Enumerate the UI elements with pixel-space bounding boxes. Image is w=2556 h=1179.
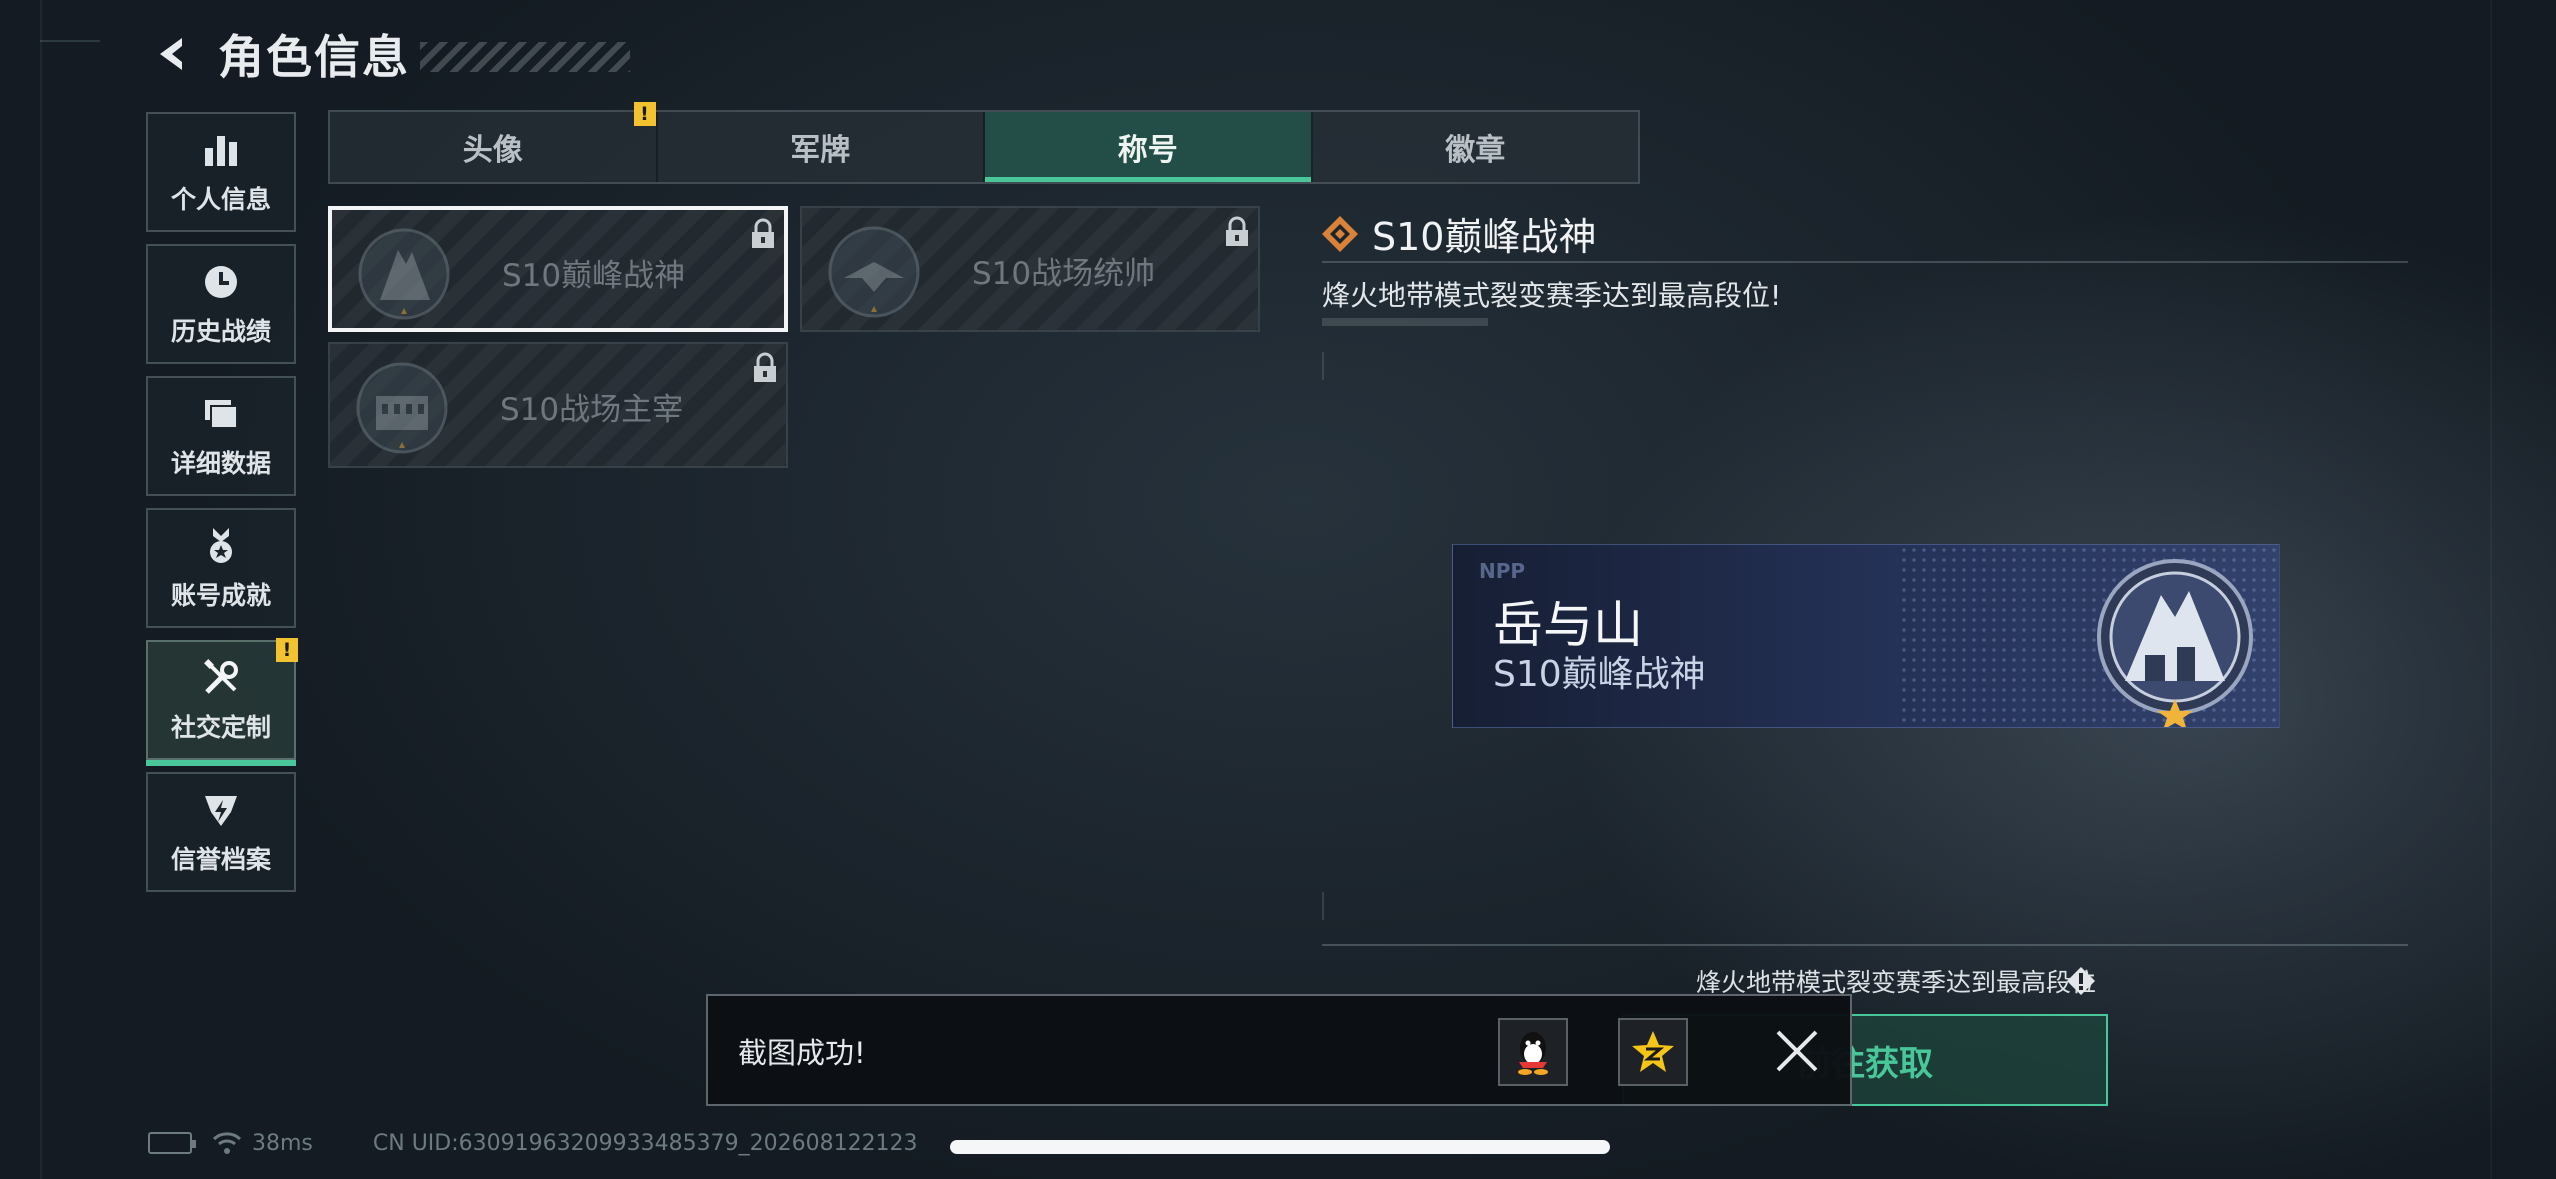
info-diamond-icon[interactable]	[2066, 966, 2096, 996]
lock-icon	[1224, 216, 1250, 248]
detail-description: 烽火地带模式裂变赛季达到最高段位!	[1322, 279, 1782, 312]
sidebar-item-social[interactable]: ! 社交定制	[146, 638, 298, 766]
tools-icon	[199, 656, 243, 700]
detail-frame-corner	[1322, 352, 1324, 380]
page-header: 角色信息	[148, 24, 630, 84]
blurred-text	[1322, 318, 1488, 326]
sidebar-item-reputation[interactable]: 信誉档案	[146, 772, 296, 892]
title-card-label: S10战场主宰	[500, 392, 684, 428]
share-qzone-button[interactable]	[1618, 1018, 1688, 1086]
qq-icon	[1518, 1032, 1548, 1075]
qzone-icon	[1632, 1031, 1674, 1072]
tab-label: 徽章	[1445, 133, 1506, 168]
ping-value: 38ms	[252, 1130, 313, 1156]
banner-title: S10巅峰战神	[1493, 654, 1706, 695]
sidebar-item-label: 信誉档案	[170, 845, 271, 874]
tab-avatar[interactable]: 头像 !	[330, 102, 658, 182]
colosseum-emblem-icon	[352, 358, 452, 458]
screenshot-toast: 截图成功!	[706, 994, 1852, 1106]
battery-icon	[148, 1132, 196, 1154]
mountain-emblem-icon	[354, 224, 454, 324]
toast-message: 截图成功!	[738, 1036, 866, 1070]
alert-badge: !	[276, 638, 298, 662]
sidebar-item-achievements[interactable]: 账号成就	[146, 508, 296, 628]
home-indicator[interactable]	[950, 1140, 1610, 1154]
divider	[1322, 944, 2408, 946]
frame-line-right	[2490, 0, 2492, 1179]
sidebar: 个人信息 历史战绩 详细数据 账号成就 ! 社交定制 信誉档案	[146, 112, 298, 904]
wifi-icon	[212, 1130, 242, 1156]
title-card[interactable]: S10巅峰战神	[328, 206, 788, 332]
clock-icon	[199, 260, 243, 304]
close-icon[interactable]	[1768, 1022, 1826, 1080]
shield-bolt-icon	[199, 788, 243, 832]
mountain-emblem-icon	[2085, 551, 2265, 727]
jet-emblem-icon	[824, 222, 924, 322]
share-qq-button[interactable]	[1498, 1018, 1568, 1086]
banner-logo: NPP	[1479, 559, 1526, 583]
divider	[1322, 261, 2408, 263]
tab-badge[interactable]: 徽章	[1313, 112, 1639, 182]
uid-text: CN UID:63091963209933485379_202608122123	[372, 1130, 918, 1156]
sidebar-item-history[interactable]: 历史战绩	[146, 244, 296, 364]
status-bar: 38ms CN UID:63091963209933485379_2026081…	[148, 1130, 918, 1156]
diamond-icon	[1320, 214, 1360, 254]
sidebar-item-label: 社交定制	[170, 713, 271, 742]
chevron-left-icon[interactable]	[148, 30, 196, 78]
medal-icon	[199, 524, 243, 568]
frame-line-top	[40, 40, 100, 42]
lock-icon	[750, 218, 776, 250]
bar-chart-icon	[199, 128, 243, 172]
tab-label: 军牌	[790, 133, 851, 168]
title-decoration	[420, 42, 630, 72]
title-card-label: S10巅峰战神	[502, 258, 686, 294]
title-banner-preview: NPP 岳与山 S10巅峰战神	[1452, 544, 2280, 728]
sidebar-item-label: 历史战绩	[170, 317, 271, 346]
detail-title-name: S10巅峰战神	[1372, 215, 1597, 259]
sidebar-item-label: 个人信息	[170, 185, 271, 214]
sidebar-item-label: 详细数据	[170, 449, 271, 478]
title-card-label: S10战场统帅	[972, 256, 1156, 292]
lock-icon	[752, 352, 778, 384]
detail-header: S10巅峰战神	[1320, 206, 1596, 261]
frame-line-left	[40, 0, 42, 1179]
sidebar-item-label: 账号成就	[170, 581, 271, 610]
title-card[interactable]: S10战场主宰	[328, 342, 788, 468]
tab-dogtag[interactable]: 军牌	[658, 112, 985, 182]
tab-title[interactable]: 称号	[985, 112, 1313, 182]
alert-badge: !	[633, 102, 656, 126]
tab-bar: 头像 ! 军牌 称号 徽章	[328, 102, 1640, 184]
detail-frame-corner	[1322, 892, 1324, 920]
sidebar-item-profile[interactable]: 个人信息	[146, 112, 296, 232]
tab-label: 称号	[1117, 133, 1178, 168]
sidebar-item-details[interactable]: 详细数据	[146, 376, 296, 496]
tab-label: 头像	[462, 133, 523, 168]
page-title: 角色信息	[218, 30, 410, 84]
folder-icon	[199, 392, 243, 436]
title-card[interactable]: S10战场统帅	[800, 206, 1260, 332]
